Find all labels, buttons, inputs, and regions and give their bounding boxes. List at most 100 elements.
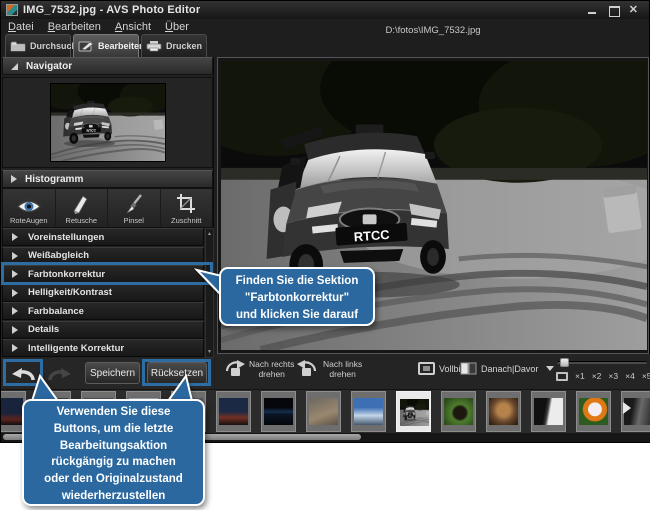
zoom-x3[interactable]: ×3 [608,371,618,381]
section-weissabgleich[interactable]: Weißabgleich [2,247,204,265]
tools-row: RoteAugen Retusche Pinsel Zuschnitt [2,188,213,228]
close-icon[interactable]: ✕ [629,6,638,15]
zoom-slider-track[interactable] [557,361,647,364]
thumbnail-sky-clouds[interactable] [351,391,386,432]
section-label: Helligkeit/Kontrast [28,287,112,298]
tab-label: Bearbeiten [98,41,145,51]
filmstrip-next-icon[interactable] [623,402,631,414]
app-window: IMG_7532.jpg - AVS Photo Editor ✕ Datei … [0,0,650,443]
fit-to-screen-icon[interactable] [556,372,568,381]
section-voreinstellungen[interactable]: Voreinstellungen [2,228,204,246]
section-label: Weißabgleich [28,250,89,261]
navigator-preview[interactable] [2,77,213,168]
zoom-x4[interactable]: ×4 [625,371,635,381]
section-details[interactable]: Details [2,321,204,339]
callout-line: Finden Sie die Sektion [221,273,373,290]
collapsed-triangle-icon [12,233,18,241]
before-after-icon [460,362,477,375]
menu-ueber[interactable]: Über [165,21,189,33]
callout-line: und klicken Sie darauf [221,307,373,324]
chevron-down-icon [546,366,554,371]
callout-line: rückgängig zu machen [24,454,203,471]
printer-icon [146,40,162,52]
section-farbtonkorrektur[interactable]: Farbtonkorrektur [2,265,204,283]
rotate-left-icon [297,359,319,379]
zoom-slider-handle[interactable] [560,358,569,367]
section-label: Farbbalance [28,306,84,317]
retouch-chalk-icon [70,193,92,215]
selected-thumbnail-image [400,399,429,426]
collapsed-triangle-icon [12,289,18,297]
title-bar: IMG_7532.jpg - AVS Photo Editor ✕ [1,1,649,19]
mode-tabs: Durchsuchen Bearbeiten Drucken [5,34,207,57]
thumbnail-skyscraper-bw[interactable] [531,391,566,432]
menu-datei[interactable]: Datei [8,21,34,33]
tool-rote-augen[interactable]: RoteAugen [3,189,56,227]
tool-label: RoteAugen [10,216,48,225]
section-farbbalance[interactable]: Farbbalance [2,302,204,320]
thumbnail-puppy-grass[interactable] [441,391,476,432]
adjustment-sections: Voreinstellungen Weißabgleich Farbtonkor… [2,228,204,358]
callout-farbtonkorrektur: Finden Sie die Sektion "Farbtonkorrektur… [219,267,375,326]
section-label: Details [28,324,59,335]
save-button[interactable]: Speichern [85,362,140,384]
navigator-header[interactable]: Navigator [2,57,213,75]
edit-pencil-icon [78,40,94,52]
callout-line: Buttons, um die letzte [24,421,203,438]
thumbnail-bw-race-car-selected[interactable] [396,391,431,432]
collapsed-triangle-icon [11,175,17,183]
window-title: IMG_7532.jpg - AVS Photo Editor [23,4,200,16]
rotate-right-button[interactable]: Nach rechtsdrehen [223,359,294,379]
thumbnail-pigeons-cobblestone[interactable] [306,391,341,432]
image-path-label: D:\fotos\IMG_7532.jpg [215,25,650,36]
menu-ansicht[interactable]: Ansicht [115,21,151,33]
tab-bearbeiten[interactable]: Bearbeiten [73,34,139,57]
zoom-slider[interactable] [557,358,647,367]
collapsed-triangle-icon [12,326,18,334]
collapsed-triangle-icon [12,252,18,260]
section-label: Voreinstellungen [28,232,104,243]
minimize-icon[interactable] [587,6,598,15]
zoom-x5[interactable]: ×5 [642,371,650,381]
section-label: Intelligente Korrektur [28,343,124,354]
zoom-x2[interactable]: ×2 [592,371,602,381]
maximize-icon[interactable] [608,6,619,15]
tool-retusche[interactable]: Retusche [56,189,109,227]
thumbnail-flower[interactable] [576,391,611,432]
collapsed-triangle-icon [12,307,18,315]
compare-before-after-button[interactable]: Danach|Davor [460,362,554,375]
thumbnail-night-lights[interactable] [261,391,296,432]
tool-label: Retusche [65,216,97,225]
tab-drucken[interactable]: Drucken [141,34,207,57]
rotate-right-label: Nach rechts [249,359,294,369]
section-label: Farbtonkorrektur [28,269,105,280]
navigator-thumbnail-image [51,84,165,161]
thumbnail-sunset-road[interactable] [216,391,251,432]
screenshot: IMG_7532.jpg - AVS Photo Editor ✕ Datei … [0,0,650,510]
scroll-down-icon[interactable]: ▼ [207,349,212,355]
section-intelligente-korrektur[interactable]: Intelligente Korrektur [2,339,204,357]
histogram-header[interactable]: Histogramm [2,170,213,188]
callout-line: oder den Originalzustand [24,471,203,488]
scroll-up-icon[interactable]: ▲ [207,231,212,237]
expanded-triangle-icon [11,63,18,70]
paintbrush-icon [123,193,145,215]
tab-durchsuchen[interactable]: Durchsuchen [5,34,71,57]
compare-label: Danach|Davor [481,364,538,374]
callout-line: Verwenden Sie diese [24,404,203,421]
menu-bearbeiten[interactable]: Bearbeiten [48,21,101,33]
thumbnail-cat[interactable] [486,391,521,432]
tool-label: Pinsel [124,216,144,225]
tab-label: Drucken [166,41,202,51]
tool-zuschnitt[interactable]: Zuschnitt [161,189,213,227]
section-helligkeit-kontrast[interactable]: Helligkeit/Kontrast [2,284,204,302]
tool-pinsel[interactable]: Pinsel [108,189,161,227]
red-eye-icon [16,198,42,215]
menu-bar: Datei Bearbeiten Ansicht Über [1,19,215,35]
crop-icon [176,193,196,215]
histogram-label: Histogramm [25,174,83,185]
zoom-x1[interactable]: ×1 [575,371,585,381]
rotate-left-button[interactable]: Nach linksdrehen [297,359,362,379]
callout-line: "Farbtonkorrektur" [221,290,373,307]
sidebar: Navigator Histogramm RoteAugen Retusche [1,57,214,389]
